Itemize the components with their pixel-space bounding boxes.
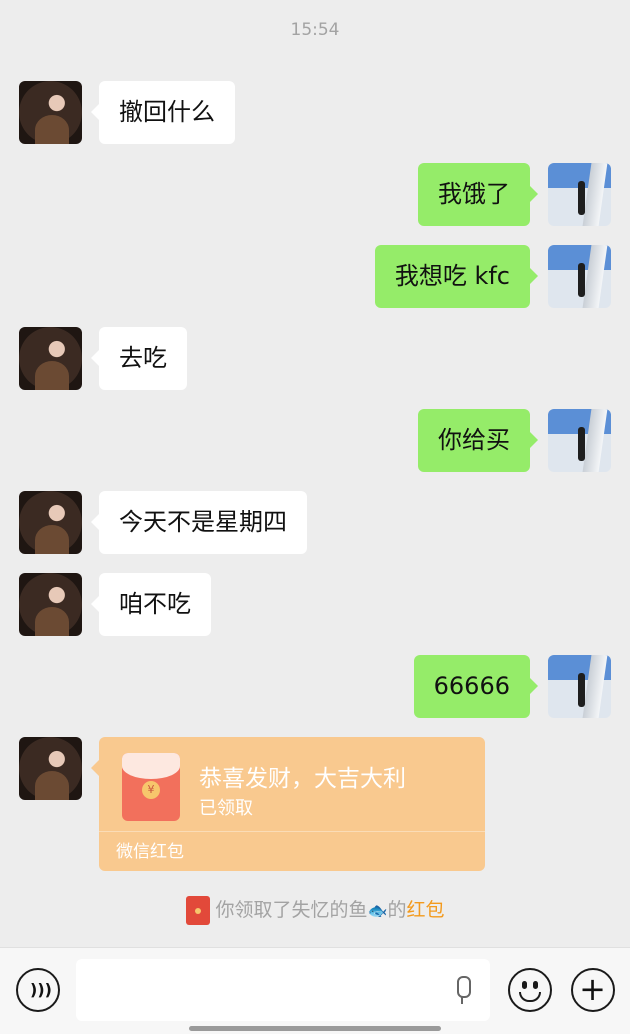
message-timestamp: 15:54 — [290, 20, 340, 40]
my-avatar[interactable] — [548, 655, 611, 718]
contact-avatar[interactable] — [19, 327, 82, 390]
home-indicator[interactable] — [189, 1026, 441, 1031]
message-row: 咱不吃 — [0, 573, 630, 637]
system-notice: 你领取了失忆的鱼🐟的红包 — [0, 895, 630, 925]
received-message-bubble[interactable]: 撤回什么 — [91, 81, 235, 144]
message-input[interactable] — [76, 959, 490, 1021]
emoji-icon — [522, 981, 527, 989]
my-avatar[interactable] — [548, 163, 611, 226]
message-row: 66666 — [0, 655, 630, 719]
plus-icon: + — [579, 970, 606, 1008]
sent-message-bubble[interactable]: 我饿了 — [418, 163, 538, 226]
red-packet-card[interactable]: ¥ 恭喜发财，大吉大利 已领取 微信红包 — [91, 737, 485, 871]
system-notice-text: 你领取了失忆的鱼 — [215, 899, 368, 921]
message-row: 我想吃 kfc — [0, 245, 630, 309]
message-row: 我饿了 — [0, 163, 630, 227]
contact-avatar[interactable] — [19, 737, 82, 800]
received-message-bubble[interactable]: 去吃 — [91, 327, 187, 390]
emoji-icon — [533, 981, 538, 989]
received-message-bubble[interactable]: 咱不吃 — [91, 573, 211, 636]
input-bar: ))) + — [0, 947, 630, 1034]
contact-avatar[interactable] — [19, 81, 82, 144]
received-message-bubble[interactable]: 今天不是星期四 — [91, 491, 307, 554]
sent-message-bubble[interactable]: 我想吃 kfc — [374, 245, 539, 308]
red-packet-title: 恭喜发财，大吉大利 — [199, 766, 406, 792]
message-row: 撤回什么 — [0, 81, 630, 145]
red-packet-link[interactable]: 红包 — [406, 899, 444, 921]
red-packet-footer: 微信红包 — [116, 842, 184, 862]
fish-emoji: 🐟 — [367, 901, 388, 920]
sent-message-bubble[interactable]: 你给买 — [418, 409, 538, 472]
emoji-icon — [519, 992, 541, 1002]
red-packet-status: 已领取 — [199, 798, 253, 819]
red-packet-divider — [99, 831, 485, 832]
microphone-icon[interactable] — [453, 976, 471, 1006]
voice-toggle-button[interactable]: ))) — [16, 968, 60, 1012]
more-options-button[interactable]: + — [571, 968, 615, 1012]
my-avatar[interactable] — [548, 245, 611, 308]
coin-icon: ¥ — [142, 781, 160, 799]
contact-avatar[interactable] — [19, 573, 82, 636]
sent-message-bubble[interactable]: 66666 — [413, 655, 539, 718]
system-notice-text-middle: 的 — [387, 899, 407, 921]
message-row: 你给买 — [0, 409, 630, 473]
message-row: ¥ 恭喜发财，大吉大利 已领取 微信红包 — [0, 737, 630, 871]
red-envelope-icon — [185, 896, 210, 925]
red-envelope-icon: ¥ — [122, 753, 180, 821]
voice-icon: ))) — [30, 980, 52, 999]
message-row: 去吃 — [0, 327, 630, 391]
my-avatar[interactable] — [548, 409, 611, 472]
emoji-button[interactable] — [508, 968, 552, 1012]
message-row: 今天不是星期四 — [0, 491, 630, 555]
contact-avatar[interactable] — [19, 491, 82, 554]
